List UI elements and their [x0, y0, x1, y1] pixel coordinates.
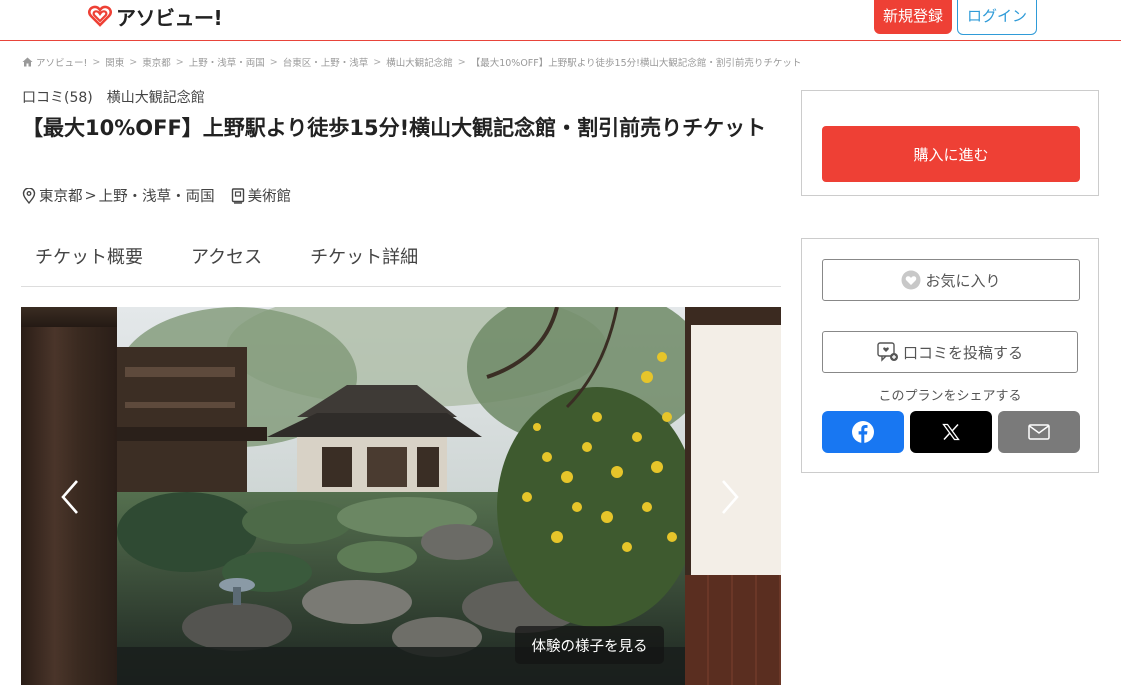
heart-icon: [901, 270, 921, 290]
prefecture-link[interactable]: 東京都: [39, 185, 83, 206]
breadcrumb-item[interactable]: 関東: [105, 55, 124, 69]
breadcrumb: アソビュー! > 関東 > 東京都 > 上野・浅草・両国 > 台東区・上野・浅草…: [22, 55, 801, 69]
breadcrumb-home[interactable]: アソビュー!: [22, 55, 87, 69]
purchase-box: 購入に進む: [801, 90, 1099, 196]
x-icon: [942, 423, 960, 441]
review-line: 口コミ(58) 横山大観記念館: [22, 87, 205, 107]
breadcrumb-separator: >: [129, 56, 138, 68]
chevron-right-icon: >: [84, 187, 97, 204]
mail-icon: [1028, 424, 1050, 440]
breadcrumb-item[interactable]: 上野・浅草・両国: [189, 55, 265, 69]
breadcrumb-separator: >: [92, 56, 101, 68]
page-title: 【最大10%OFF】上野駅より徒歩15分!横山大観記念館・割引前売りチケット: [22, 116, 767, 140]
breadcrumb-separator: >: [269, 56, 278, 68]
content-tabs: チケット概要 アクセス チケット詳細: [21, 234, 781, 287]
share-facebook-button[interactable]: [822, 411, 904, 453]
tab-access[interactable]: アクセス: [177, 234, 276, 286]
breadcrumb-item[interactable]: 東京都: [142, 55, 171, 69]
logo-text: アソビュー!: [116, 5, 223, 30]
share-mail-button[interactable]: [998, 411, 1080, 453]
heart-logo-icon: [88, 5, 112, 27]
breadcrumb-separator: >: [457, 56, 466, 68]
product-meta: 東京都 > 上野・浅草・両国 美術館: [22, 185, 291, 206]
chevron-left-icon[interactable]: [57, 477, 83, 517]
breadcrumb-item[interactable]: 台東区・上野・浅草: [283, 55, 369, 69]
category-link[interactable]: 美術館: [248, 185, 292, 206]
tab-ticket-details[interactable]: チケット詳細: [296, 234, 432, 286]
purchase-button[interactable]: 購入に進む: [822, 126, 1080, 182]
museum-icon: [231, 187, 245, 204]
favorite-label: お気に入り: [925, 271, 1001, 290]
area-link[interactable]: 上野・浅草・両国: [99, 185, 215, 206]
tab-ticket-overview[interactable]: チケット概要: [21, 234, 157, 286]
post-review-label: 口コミを投稿する: [902, 343, 1023, 362]
facebook-icon: [852, 421, 874, 443]
photo-gallery: 体験の様子を見る: [21, 307, 781, 685]
favorite-button[interactable]: お気に入り: [822, 259, 1080, 301]
review-count-link[interactable]: 口コミ(58): [22, 87, 93, 107]
breadcrumb-separator: >: [175, 56, 184, 68]
signup-button[interactable]: 新規登録: [874, 0, 952, 34]
facility-name-link[interactable]: 横山大観記念館: [107, 87, 205, 107]
share-x-button[interactable]: [910, 411, 992, 453]
share-label: このプランをシェアする: [878, 389, 1022, 404]
breadcrumb-current: 【最大10%OFF】上野駅より徒歩15分!横山大観記念館・割引前売りチケット: [470, 58, 802, 69]
home-icon: [22, 57, 33, 67]
chevron-right-icon[interactable]: [717, 477, 743, 517]
share-buttons: [822, 411, 1080, 453]
location-pin-icon: [22, 187, 36, 204]
breadcrumb-separator: >: [373, 56, 382, 68]
actions-box: お気に入り 口コミを投稿する このプランをシェアする: [801, 238, 1099, 473]
breadcrumb-item[interactable]: アソビュー!: [36, 55, 87, 69]
review-post-icon: [877, 342, 898, 362]
breadcrumb-item[interactable]: 横山大観記念館: [386, 55, 453, 69]
post-review-button[interactable]: 口コミを投稿する: [822, 331, 1078, 373]
view-experience-button[interactable]: 体験の様子を見る: [515, 626, 664, 664]
login-button[interactable]: ログイン: [957, 0, 1037, 35]
site-header: アソビュー! 新規登録 ログイン: [0, 0, 1121, 41]
site-logo[interactable]: アソビュー!: [88, 2, 223, 30]
